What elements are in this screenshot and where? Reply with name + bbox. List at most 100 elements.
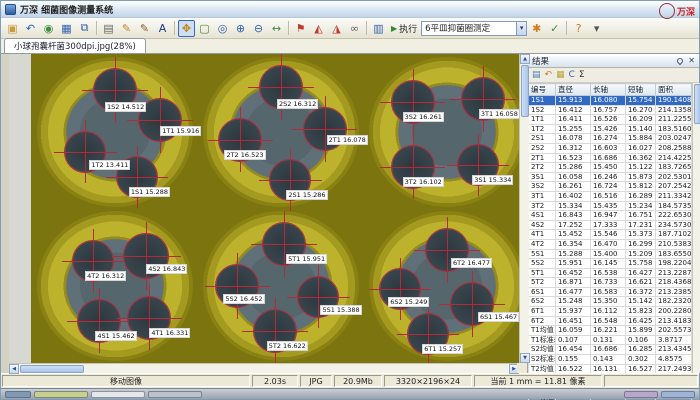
toolbar-separator [174, 21, 175, 35]
column-header[interactable]: 长轴 [591, 84, 626, 96]
pencil-icon[interactable]: ✎ [118, 20, 135, 37]
help-dropdown-icon[interactable]: ▾ [588, 20, 605, 37]
table-row[interactable]: 3S116.05816.24615.873202.5301 [529, 172, 692, 182]
results-panel: 结果 ✕ ▤↶▦CΣ 编号直径长轴短轴面积1S115.91316.08015.7… [527, 54, 699, 373]
taskbar-window-button[interactable] [91, 391, 145, 398]
table-row[interactable]: 3T116.40216.51616.289211.3342 [529, 191, 692, 201]
close-icon[interactable]: ✕ [688, 57, 695, 65]
print-icon[interactable]: ▤ [100, 20, 117, 37]
table-cell: 213.4345 [656, 345, 692, 355]
export-icon[interactable]: ▤ [532, 70, 541, 80]
hand-pan-icon[interactable]: ✥ [178, 20, 195, 37]
table-row[interactable]: 4S116.84316.94716.751222.6530 [529, 211, 692, 221]
save-result-icon[interactable]: ▦ [556, 70, 565, 80]
table-row[interactable]: 1S115.91316.08015.754190.1408 [529, 96, 692, 106]
status-format: JPG [300, 375, 332, 387]
fit-window-icon[interactable]: ↔ [268, 20, 285, 37]
taskbar-window-button[interactable] [34, 391, 88, 398]
table-row[interactable]: 5S215.95116.14515.758198.2204 [529, 259, 692, 269]
scroll-down-arrow[interactable]: ▼ [520, 353, 530, 363]
table-row[interactable]: 4S217.25217.33317.231234.5730 [529, 220, 692, 230]
table-row[interactable]: 6S215.24815.35015.142182.2320 [529, 297, 692, 307]
table-row[interactable]: 3S216.26116.72415.812207.2542 [529, 182, 692, 192]
table-cell: 4S1 [529, 211, 556, 221]
confirm-check-icon[interactable]: ✓ [546, 20, 563, 37]
table-cell: 1T1 [529, 115, 556, 125]
column-header[interactable]: 直径 [556, 84, 591, 96]
table-cell: 16.538 [591, 268, 626, 278]
zoom-in-icon[interactable]: ⊕ [232, 20, 249, 37]
table-row[interactable]: 1T215.25515.42615.140183.5160 [529, 124, 692, 134]
table-row[interactable]: 2T116.52316.68616.362214.4225 [529, 153, 692, 163]
image-canvas[interactable]: 1S2 14.5121T1 15.9161T2 13.4111S1 15.288… [9, 54, 519, 363]
crosshair-vline-icon [325, 96, 326, 162]
sum-icon[interactable]: Σ [579, 70, 585, 80]
table-row[interactable]: 6S116.47716.58316.372213.2385 [529, 287, 692, 297]
scroll-thumb[interactable] [20, 365, 84, 373]
camera-icon[interactable]: ◉ [40, 20, 57, 37]
table-cell: 16.843 [556, 211, 591, 221]
scroll-thumb[interactable] [521, 65, 529, 117]
table-row[interactable]: 5T116.45216.53816.427213.2287 [529, 268, 692, 278]
canvas-horizontal-scrollbar[interactable]: ◀ ▶ [9, 363, 519, 373]
execute-button[interactable]: ▶执行 [388, 22, 420, 35]
scroll-up-arrow[interactable]: ▲ [520, 54, 530, 64]
save-icon[interactable]: ▦ [58, 20, 75, 37]
text-label-icon[interactable]: A [154, 20, 171, 37]
taskbar-window-button[interactable] [148, 391, 202, 398]
table-row[interactable]: 2S116.07816.27415.884203.0247 [529, 134, 692, 144]
table-cell: 16.145 [591, 259, 626, 269]
measure-tool-icon[interactable]: ◭ [310, 20, 327, 37]
table-row[interactable]: 1T116.41116.52616.209211.2255 [529, 115, 692, 125]
zone-measurement-label: 5T2 16.622 [267, 341, 308, 351]
undo-icon[interactable]: ↶ [545, 70, 553, 80]
save-all-icon[interactable]: ⧉ [76, 20, 93, 37]
measure-area-icon[interactable]: ◮ [328, 20, 345, 37]
table-row[interactable]: S2标准差0.1550.1430.3024.8575 [529, 355, 692, 365]
table-row[interactable]: 3T215.33415.43515.234184.5735 [529, 201, 692, 211]
table-row[interactable]: 1S216.41216.75716.270214.1358 [529, 105, 692, 115]
clear-icon[interactable]: C [569, 70, 575, 80]
chevron-down-icon[interactable]: ▾ [517, 21, 527, 36]
canvas-vertical-scrollbar[interactable]: ▲ ▼ [519, 54, 529, 363]
monitor-icon[interactable]: ▥ [370, 20, 387, 37]
table-scrollbar[interactable] [692, 83, 700, 373]
table-scroll-thumb[interactable] [694, 84, 700, 124]
settings-icon[interactable]: ✱ [528, 20, 545, 37]
image-tab[interactable]: 小球孢囊杆菌300dpi.jpg(28%) [4, 38, 146, 53]
magnifier-icon[interactable]: ◎ [214, 20, 231, 37]
measure-mode-select[interactable]: 6平皿抑菌圈测定 [421, 21, 517, 36]
pen-annotate-icon[interactable]: ✎ [136, 20, 153, 37]
table-row[interactable]: 4T216.35416.47016.299210.5383 [529, 239, 692, 249]
taskbar-tray-item[interactable] [661, 391, 695, 398]
taskbar-start-button[interactable] [5, 391, 31, 398]
back-icon[interactable]: ↶ [22, 20, 39, 37]
table-row[interactable]: 5S115.28815.40015.209183.6550 [529, 249, 692, 259]
link-icon[interactable]: ∞ [346, 20, 363, 37]
table-row[interactable]: 4T115.45215.54615.373187.7102 [529, 230, 692, 240]
table-row[interactable]: T1均值16.05916.22115.899202.5573 [529, 326, 692, 336]
table-row[interactable]: T1标准差0.1070.1310.1063.8717 [529, 335, 692, 345]
zoom-out-icon[interactable]: ⊖ [250, 20, 267, 37]
status-time: 2.03s [252, 375, 298, 387]
pin-icon[interactable] [676, 56, 684, 64]
table-row[interactable]: 5T216.87116.73316.621218.4368 [529, 278, 692, 288]
table-row[interactable]: 6T216.45116.54816.425213.4183 [529, 316, 692, 326]
column-header[interactable]: 短轴 [626, 84, 656, 96]
region-select-icon[interactable]: ▢ [196, 20, 213, 37]
table-row[interactable]: S2均值16.45416.68616.285213.4345 [529, 345, 692, 355]
crosshair-vline-icon [483, 66, 484, 132]
help-icon[interactable]: ? [570, 20, 587, 37]
table-cell: 15.951 [556, 259, 591, 269]
table-row[interactable]: 2S216.31216.60316.027208.2588 [529, 143, 692, 153]
table-row[interactable]: 6T115.93716.11215.823200.2280 [529, 307, 692, 317]
flag-marker-icon[interactable]: ⚑ [292, 20, 309, 37]
table-row[interactable]: 2T215.28615.45015.122183.7265 [529, 163, 692, 173]
scroll-left-arrow[interactable]: ◀ [9, 364, 19, 374]
zone-measurement-label: 1S2 14.512 [105, 102, 146, 112]
taskbar-tray-item[interactable] [624, 391, 658, 398]
column-header[interactable]: 编号 [529, 84, 556, 96]
column-header[interactable]: 面积 [656, 84, 692, 96]
zone-measurement-label: 3S1 15.334 [472, 175, 513, 185]
open-folder-icon[interactable]: ▣ [4, 20, 21, 37]
